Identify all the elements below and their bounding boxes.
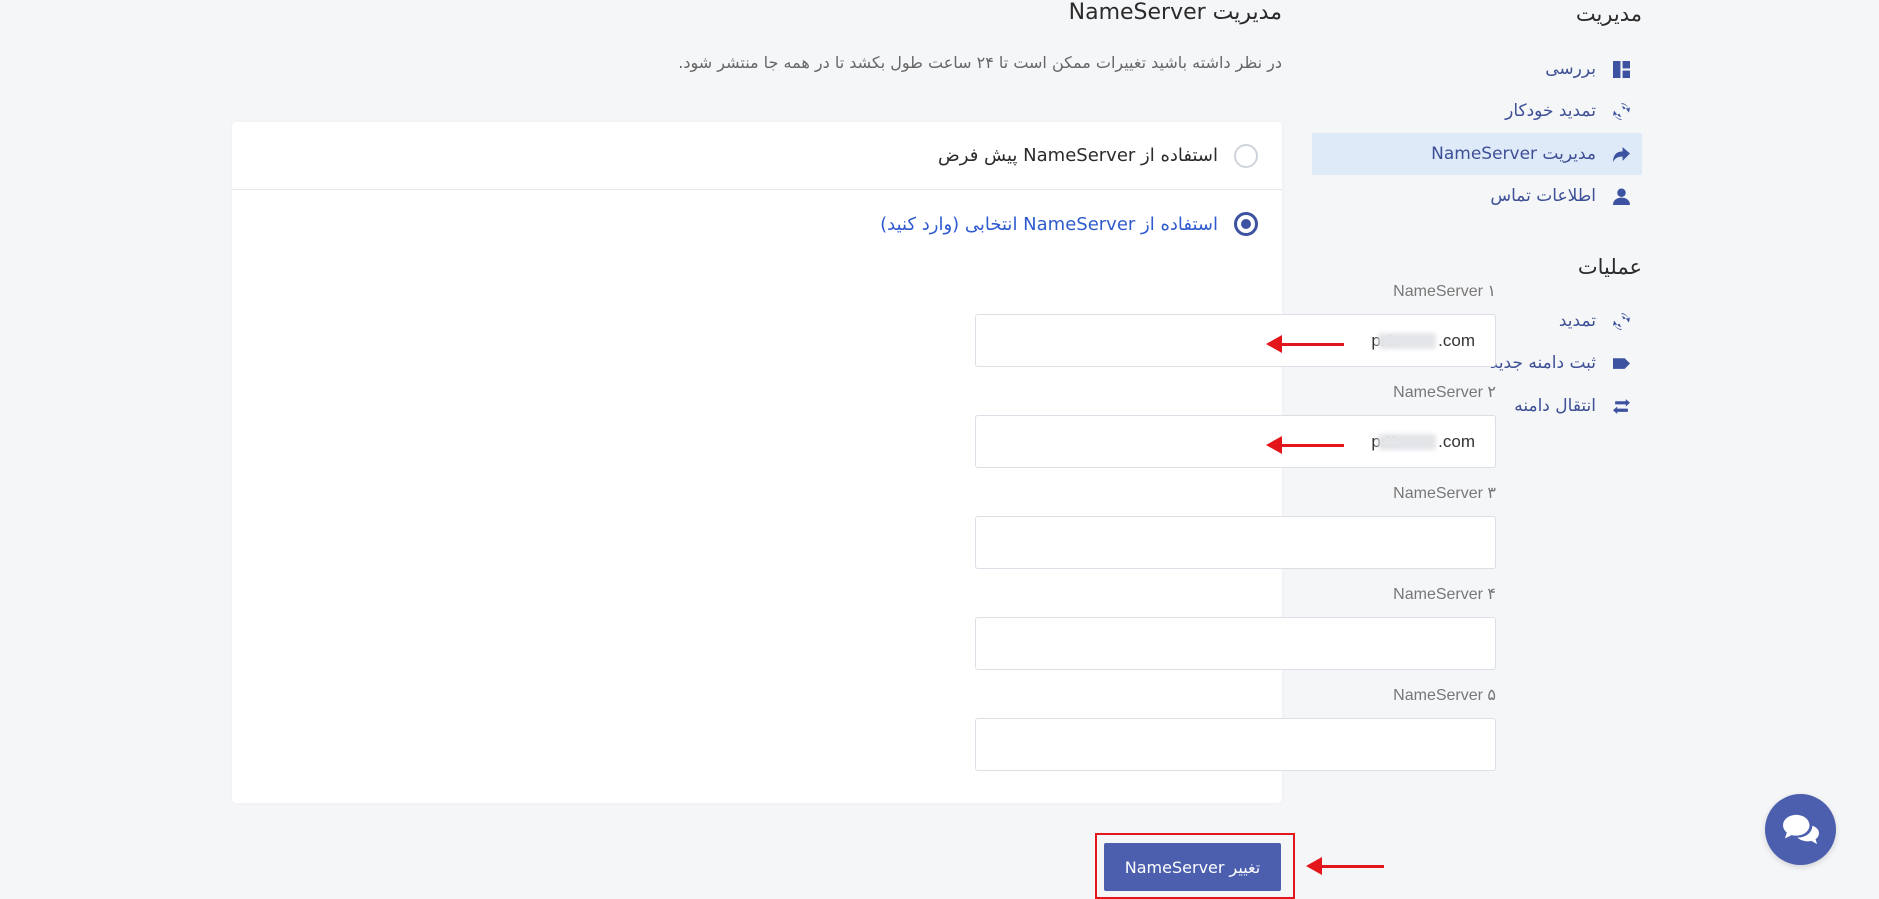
nameserver-5-input[interactable] [975,718,1496,771]
redacted-blur [1378,333,1436,349]
nameserver-5-label: NameServer ۵ [1393,687,1496,704]
share-arrow-icon [1610,143,1632,165]
nameserver-card: استفاده از NameServer پیش فرض استفاده از… [232,122,1496,803]
sidebar-item-auto-renew[interactable]: تمدید خودکار [1312,90,1642,132]
sync-icon [1610,100,1632,122]
custom-nameserver-label: استفاده از NameServer انتخابی (وارد کنید… [880,213,1218,235]
page-title: مدیریت NameServer [1068,0,1282,25]
sidebar-item-label: ثبت دامنه جدید [1489,353,1596,373]
redacted-blur [1378,434,1436,450]
sidebar-item-overview[interactable]: بررسی [1312,48,1642,90]
propagation-notice: در نظر داشته باشید تغییرات ممکن است تا ۲… [678,53,1282,72]
default-nameserver-radio[interactable] [1234,143,1258,168]
nameserver-1-label: NameServer ۱ [1393,283,1496,300]
nameserver-4-label: NameServer ۴ [1393,586,1496,603]
custom-nameserver-option[interactable]: استفاده از NameServer انتخابی (وارد کنید… [232,190,1282,258]
nameserver-4-input[interactable] [975,617,1496,670]
sync-icon [1610,310,1632,332]
dashboard-icon [1610,58,1632,80]
sidebar-item-label: تمدید [1558,311,1596,331]
sidebar-item-nameserver[interactable]: مدیریت NameServer [1312,133,1642,175]
exchange-icon [1610,395,1632,417]
sidebar-item-label: مدیریت NameServer [1431,144,1596,164]
default-nameserver-label: استفاده از NameServer پیش فرض [938,145,1218,166]
annotation-arrow [1266,335,1344,353]
nameserver-2-label: NameServer ۲ [1393,384,1496,401]
chat-bubbles-icon [1782,814,1819,844]
operations-heading: عملیات [1577,255,1642,279]
sidebar-item-label: بررسی [1545,59,1596,79]
nameserver-3-label: NameServer ۳ [1393,485,1496,502]
user-icon [1610,185,1632,207]
nameserver-3-input[interactable] [975,516,1496,569]
sidebar-item-label: انتقال دامنه [1514,396,1596,416]
default-nameserver-option[interactable]: استفاده از NameServer پیش فرض [232,122,1282,190]
annotation-arrow [1306,857,1384,875]
sidebar-item-contact-info[interactable]: اطلاعات تماس [1312,175,1642,217]
chat-button[interactable] [1765,794,1836,865]
sidebar-item-label: اطلاعات تماس [1490,186,1596,206]
sidebar-item-label: تمدید خودکار [1505,101,1596,121]
management-heading: مدیریت [1575,2,1642,26]
annotation-arrow [1266,436,1344,454]
custom-nameserver-radio[interactable] [1234,212,1258,236]
tag-icon [1610,352,1632,374]
change-nameserver-button[interactable]: تغییر NameServer [1104,843,1281,891]
